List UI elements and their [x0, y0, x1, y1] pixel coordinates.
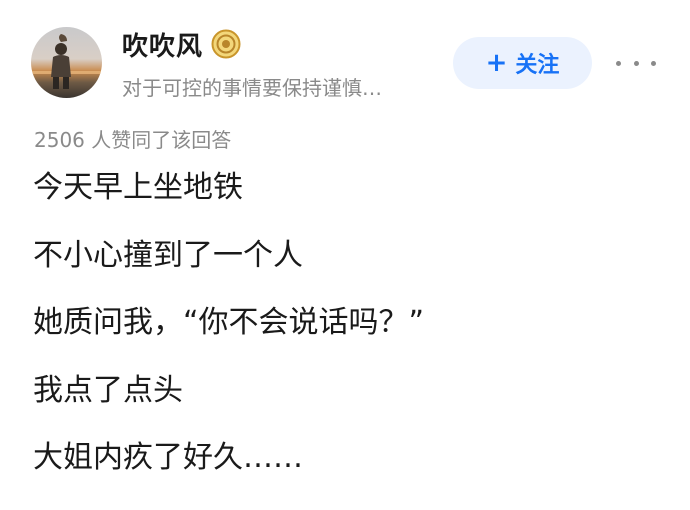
more-horizontal-icon[interactable]	[616, 50, 656, 76]
plus-icon: +	[485, 48, 508, 78]
follow-button[interactable]: + 关注	[453, 37, 592, 89]
person-at-sunset-avatar	[31, 34, 102, 89]
more-dot	[651, 60, 656, 66]
content-line: 不小心撞到了一个人	[33, 237, 303, 273]
follow-label: 关注	[515, 53, 560, 78]
content-line: 她质问我，“你不会说话吗？”	[33, 305, 425, 340]
avatar[interactable]	[31, 27, 102, 98]
content-line: 大姐内疚了好久……	[33, 440, 303, 475]
gold-medal-icon[interactable]	[211, 29, 241, 59]
author-name-row: 吹吹风	[122, 26, 241, 62]
answer-author-header: 吹吹风 对于可控的事情要保持谨慎… + 关注	[0, 0, 690, 110]
answer-content: 今天早上坐地铁 不小心撞到了一个人 她质问我，“你不会说话吗？” 我点了点头 大…	[33, 172, 673, 510]
content-line: 今天早上坐地铁	[33, 170, 243, 205]
content-line: 我点了点头	[33, 372, 183, 408]
more-dot	[633, 60, 639, 66]
author-bio: 对于可控的事情要保持谨慎…	[122, 76, 382, 100]
more-dot	[616, 60, 621, 66]
author-name[interactable]: 吹吹风	[122, 26, 203, 63]
vote-summary: 2506 人赞同了该回答	[34, 128, 232, 152]
